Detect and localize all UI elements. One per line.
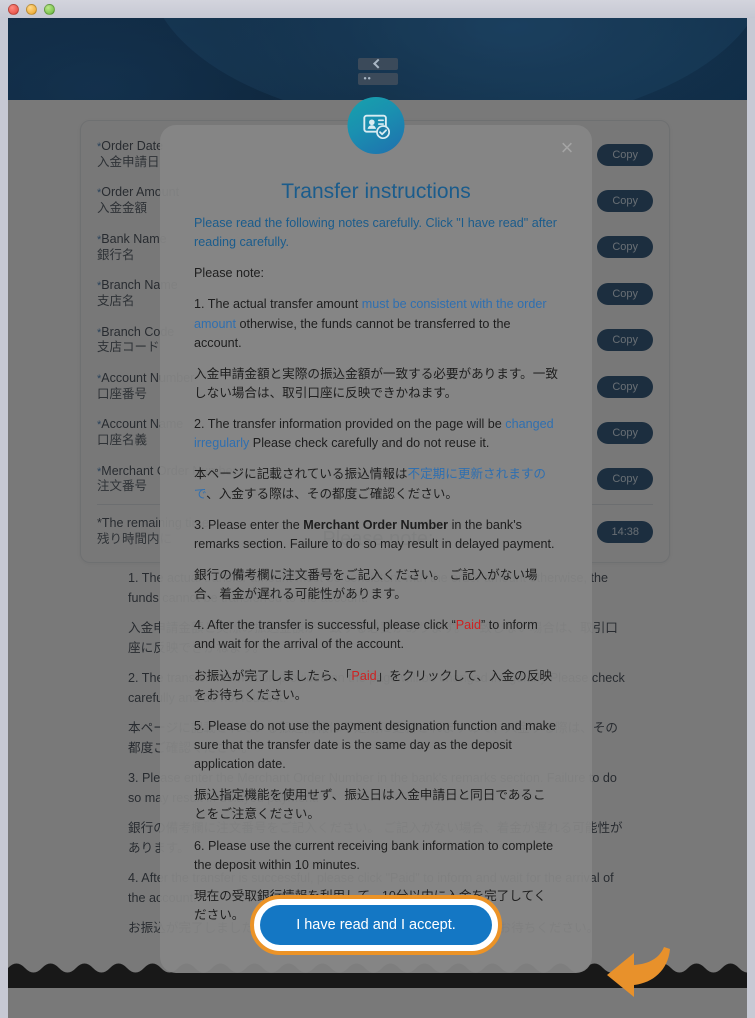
window-close-button[interactable] [8,4,19,15]
note-2-part-a: 2. The transfer information provided on … [194,417,506,432]
curved-arrow-left-icon [604,945,676,1003]
page-header: •• [8,18,747,100]
modal-note-2: 2. The transfer information provided on … [194,415,558,453]
app-root: •• *Order Date入金申請日Copy*Order Amount入金金額… [0,0,755,1018]
modal-body: Please read the following notes carefull… [160,214,592,925]
window-minimize-button[interactable] [26,4,37,15]
chevron-up-icon [372,58,383,69]
modal-note-1-jp: 入金申請金額と実際の振込金額が一致する必要があります。一致しない場合は、取引口座… [194,366,558,400]
note-3-bold: Merchant Order Number [303,517,449,532]
note-4-red: Paid [455,618,481,633]
note-4-jp-a: お振込が完了しましたら、「 [194,668,352,683]
modal-note-1: 1. The actual transfer amount must be co… [194,295,558,352]
note-4-jp-red: Paid [351,668,377,683]
accept-button[interactable]: I have read and I accept. [260,905,492,945]
window-titlebar [0,0,755,18]
modal-note-5: 5. Please do not use the payment designa… [194,718,556,772]
modal-note-2-jp: 本ページに記載されている振込情報は不定期に更新されますので、入金する際は、その都… [194,465,558,503]
bank-card-logo: •• [357,58,398,88]
logo-bar-top [357,58,398,70]
arrow-glyph [607,947,670,997]
modal-note-3-jp: 銀行の備考欄に注文番号をご記入ください。 ご記入がない場合、着金が遅れる可能性が… [194,567,538,602]
transfer-instructions-modal: × Transfer instructions Please read the … [160,97,670,997]
note-4-part-a: 4. After the transfer is successful, ple… [194,618,456,633]
window-zoom-button[interactable] [44,4,55,15]
note-2-jp-a: 本ページに記載されている振込情報は [194,467,408,482]
page-viewport: •• *Order Date入金申請日Copy*Order Amount入金金額… [8,18,747,1018]
modal-please-note: Please note: [194,266,265,281]
logo-bar-bottom: •• [357,73,398,85]
modal-note-3: 3. Please enter the Merchant Order Numbe… [194,516,558,554]
note-1-part-b: otherwise, the funds cannot be transferr… [194,316,511,350]
modal-intro: Please read the following notes carefull… [194,216,557,250]
id-card-check-glyph [362,114,390,139]
modal-note-4: 4. After the transfer is successful, ple… [194,616,558,654]
modal-note-4-jp: お振込が完了しましたら、「Paid」をクリックして、入金の反映をお待ちください。 [194,667,558,705]
id-card-verified-icon [347,97,405,154]
note-2-jp-b: 、入金する際は、その都度ご確認ください。 [206,486,458,501]
close-icon[interactable]: × [554,135,580,161]
modal-actions: I have read and I accept. [160,895,670,997]
accept-button-highlight: I have read and I accept. [250,895,670,997]
note-3-part-a: 3. Please enter the [194,517,304,532]
modal-note-6: 6. Please use the current receiving bank… [194,838,554,872]
modal-note-5-jp: 振込指定機能を使用せず、振込日は入金申請日と同日であることをご注意ください。 [194,788,546,822]
header-decoration [148,18,747,100]
note-1-part-a: 1. The actual transfer amount [194,297,362,312]
note-2-part-b: Please check carefully and do not reuse … [249,436,490,451]
logo-dots-icon: •• [363,73,372,84]
